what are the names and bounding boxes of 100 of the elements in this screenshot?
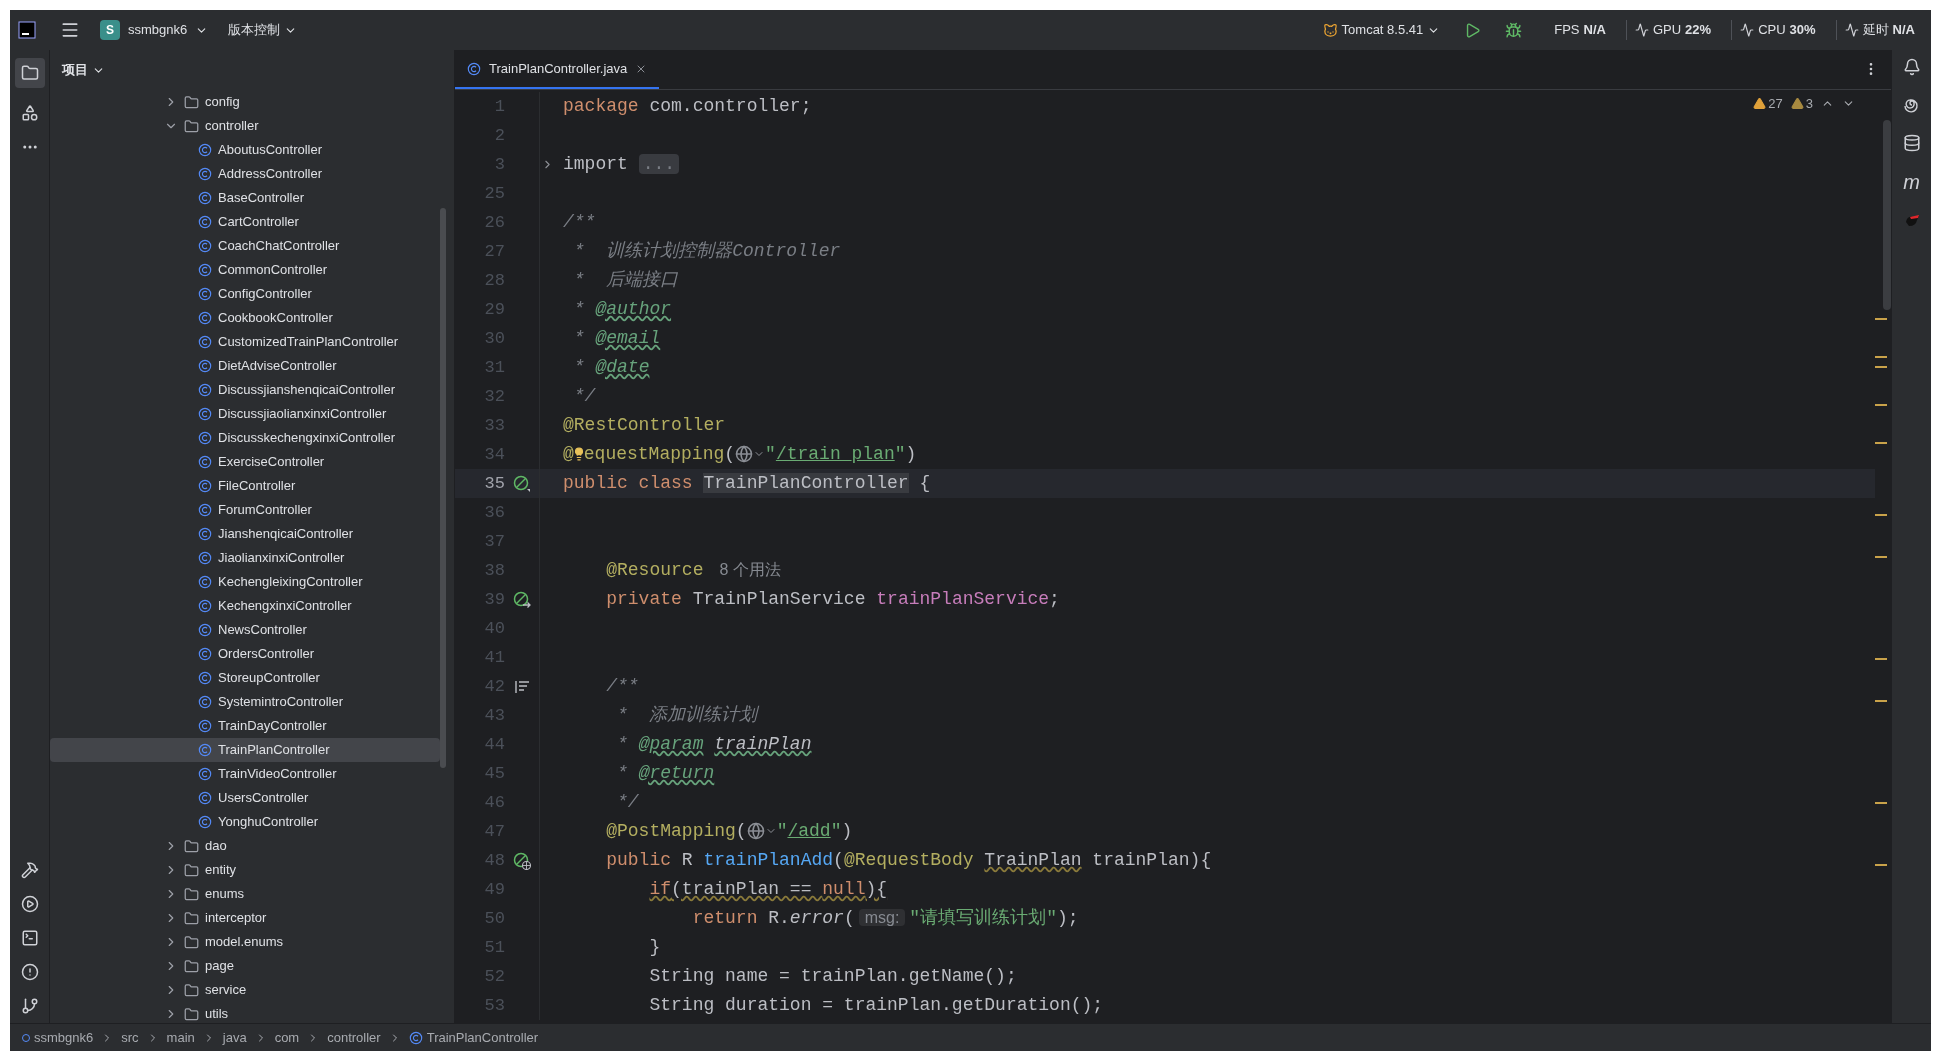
terminal-icon[interactable] bbox=[20, 929, 39, 947]
vcs-menu[interactable]: 版本控制 bbox=[228, 20, 298, 40]
panel-title[interactable]: 项目 bbox=[62, 60, 88, 80]
folder-tree-item[interactable]: page bbox=[50, 954, 440, 978]
breadcrumb[interactable]: controller bbox=[327, 1027, 381, 1048]
folder-tree-item[interactable]: enums bbox=[50, 882, 440, 906]
tree-item-label: YonghuController bbox=[218, 813, 318, 832]
doc-render-icon[interactable] bbox=[514, 679, 530, 694]
warning-marker[interactable] bbox=[1875, 864, 1887, 866]
class-tree-item[interactable]: OrdersController bbox=[50, 642, 440, 666]
database-icon[interactable] bbox=[1902, 134, 1921, 152]
code-token: private bbox=[605, 589, 683, 609]
class-tree-item[interactable]: ForumController bbox=[50, 498, 440, 522]
class-tree-item[interactable]: ExerciseController bbox=[50, 450, 440, 474]
breadcrumb[interactable]: java bbox=[222, 1027, 247, 1048]
warning-marker[interactable] bbox=[1875, 658, 1887, 660]
metric-value: 22% bbox=[1685, 21, 1712, 40]
inspection-widget[interactable]: 27 3 bbox=[1753, 94, 1855, 114]
notifications-icon[interactable] bbox=[1902, 58, 1921, 76]
class-tree-item[interactable]: TrainDayController bbox=[50, 714, 440, 738]
structure-icon[interactable] bbox=[20, 104, 39, 122]
bean-globe-icon[interactable] bbox=[513, 851, 531, 870]
run-icon[interactable] bbox=[20, 895, 39, 913]
class-tree-item[interactable]: BaseController bbox=[50, 186, 440, 210]
scrollbar-thumb[interactable] bbox=[440, 208, 446, 768]
class-tree-item[interactable]: AboutusController bbox=[50, 138, 440, 162]
class-tree-item[interactable]: CustomizedTrainPlanController bbox=[50, 330, 440, 354]
class-icon bbox=[198, 599, 212, 613]
folder-tree-item[interactable]: interceptor bbox=[50, 906, 440, 930]
class-tree-item[interactable]: DiscussjiaolianxinxiController bbox=[50, 402, 440, 426]
warning-marker[interactable] bbox=[1875, 700, 1887, 702]
run-config-selector[interactable]: Tomcat 8.5.41 bbox=[1322, 20, 1441, 40]
class-tree-item[interactable]: JianshenqicaiController bbox=[50, 522, 440, 546]
folder-tree-item[interactable]: config bbox=[50, 90, 440, 114]
maven-tool-button[interactable]: m bbox=[1903, 172, 1920, 192]
class-tree-item[interactable]: CommonController bbox=[50, 258, 440, 282]
breadcrumb[interactable]: ssmbgnk6 bbox=[22, 1027, 94, 1048]
class-tree-item[interactable]: CookbookController bbox=[50, 306, 440, 330]
class-tree-item[interactable]: CoachChatController bbox=[50, 234, 440, 258]
class-tree-item[interactable]: KechengxinxiController bbox=[50, 594, 440, 618]
breadcrumb[interactable]: src bbox=[121, 1027, 139, 1048]
project-tool-button[interactable] bbox=[14, 58, 45, 88]
class-tree-item[interactable]: DiscussjianshenqicaiController bbox=[50, 378, 440, 402]
class-tree-item[interactable]: ConfigController bbox=[50, 282, 440, 306]
code-token: @date bbox=[595, 357, 650, 377]
class-tree-item[interactable]: DiscusskechengxinxiController bbox=[50, 426, 440, 450]
warning-marker[interactable] bbox=[1875, 802, 1887, 804]
globe-dropdown-icon[interactable] bbox=[735, 445, 766, 464]
class-tree-item[interactable]: FileController bbox=[50, 474, 440, 498]
usage-hint[interactable]: 8 个用法 bbox=[719, 561, 781, 578]
bean-icon[interactable] bbox=[513, 474, 531, 493]
globe-dropdown-icon[interactable] bbox=[746, 822, 777, 841]
class-tree-item[interactable]: TrainPlanController bbox=[50, 738, 440, 762]
git-branch-icon[interactable] bbox=[20, 997, 39, 1015]
hammer-icon[interactable] bbox=[20, 861, 39, 879]
swirl-icon[interactable] bbox=[1902, 96, 1921, 114]
class-tree-item[interactable]: CartController bbox=[50, 210, 440, 234]
warning-marker[interactable] bbox=[1875, 442, 1887, 444]
code-token: TrainPlan bbox=[983, 850, 1082, 870]
breadcrumb[interactable]: main bbox=[166, 1027, 195, 1048]
debug-icon[interactable] bbox=[1505, 21, 1523, 39]
code-token: @RestController bbox=[563, 415, 726, 435]
code-token: } bbox=[648, 937, 661, 957]
warning-marker[interactable] bbox=[1875, 514, 1887, 516]
warning-marker[interactable] bbox=[1875, 356, 1887, 358]
class-tree-item[interactable]: UsersController bbox=[50, 786, 440, 810]
folder-tree-item[interactable]: controller bbox=[50, 114, 440, 138]
warning-marker[interactable] bbox=[1875, 404, 1887, 406]
class-tree-item[interactable]: SystemintroController bbox=[50, 690, 440, 714]
tree-item-label: JianshenqicaiController bbox=[218, 525, 354, 544]
warning-marker[interactable] bbox=[1875, 318, 1887, 320]
class-icon bbox=[198, 215, 212, 229]
class-tree-item[interactable]: StoreupController bbox=[50, 666, 440, 690]
folder-tree-item[interactable]: dao bbox=[50, 834, 440, 858]
tree-item-label: DiscussjiaolianxinxiController bbox=[218, 405, 387, 424]
scrollbar-thumb[interactable] bbox=[1883, 120, 1891, 310]
class-tree-item[interactable]: NewsController bbox=[50, 618, 440, 642]
run-icon[interactable] bbox=[1464, 21, 1482, 39]
tree-item-label: CoachChatController bbox=[218, 237, 340, 256]
class-tree-item[interactable]: KechengleixingController bbox=[50, 570, 440, 594]
class-icon bbox=[198, 167, 212, 181]
breadcrumb[interactable]: com bbox=[274, 1027, 300, 1048]
warning-marker[interactable] bbox=[1875, 366, 1887, 368]
folder-tree-item[interactable]: service bbox=[50, 978, 440, 1002]
class-icon bbox=[198, 767, 212, 781]
class-tree-item[interactable]: JiaolianxinxiController bbox=[50, 546, 440, 570]
class-tree-item[interactable]: AddressController bbox=[50, 162, 440, 186]
project-switcher[interactable]: S ssmbgnk6 bbox=[100, 20, 209, 40]
breadcrumb[interactable]: TrainPlanController bbox=[408, 1027, 539, 1048]
problems-icon[interactable] bbox=[20, 963, 39, 981]
class-tree-item[interactable]: TrainVideoController bbox=[50, 762, 440, 786]
code-token: ){ bbox=[865, 879, 888, 899]
menu-icon[interactable] bbox=[60, 20, 80, 40]
warning-marker[interactable] bbox=[1875, 556, 1887, 558]
folder-tree-item[interactable]: model.enums bbox=[50, 930, 440, 954]
class-tree-item[interactable]: YonghuController bbox=[50, 810, 440, 834]
class-tree-item[interactable]: DietAdviseController bbox=[50, 354, 440, 378]
folder-tree-item[interactable]: utils bbox=[50, 1002, 440, 1023]
folder-icon bbox=[184, 1006, 199, 1022]
folder-tree-item[interactable]: entity bbox=[50, 858, 440, 882]
